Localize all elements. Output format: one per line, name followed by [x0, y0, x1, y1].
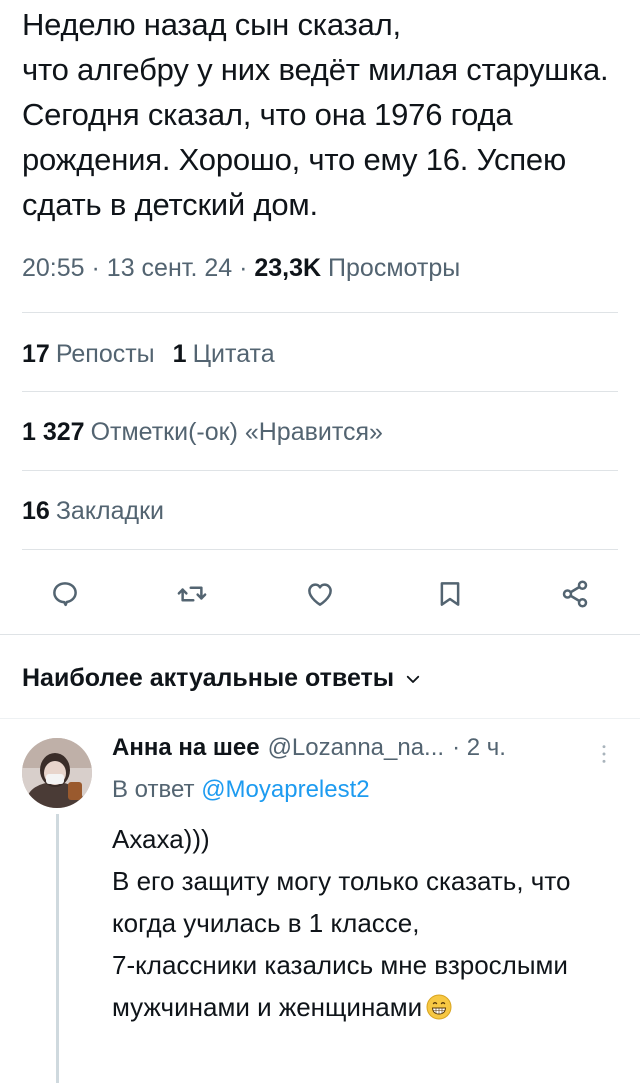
share-icon — [562, 580, 588, 608]
more-options-button[interactable] — [594, 740, 614, 768]
bookmark-button[interactable] — [430, 574, 470, 614]
divider — [22, 312, 618, 313]
likes-count: 1 327 — [22, 418, 85, 446]
avatar[interactable] — [22, 738, 92, 808]
more-vertical-icon — [602, 745, 606, 763]
divider — [22, 391, 618, 392]
reply-text: Ахаха))) В его защиту могу только сказат… — [112, 818, 622, 1028]
share-button[interactable] — [555, 574, 595, 614]
quotes-count: 1 — [172, 340, 187, 368]
tweet-meta: 20:55 · 13 сент. 24 · 23,3K Просмотры — [22, 254, 460, 283]
quotes-label: Цитата — [192, 340, 275, 368]
bookmarks-label: Закладки — [55, 497, 165, 525]
reposts-count: 17 — [22, 340, 50, 368]
chevron-down-icon — [406, 675, 420, 683]
reposts-quotes-row: 17 Репосты 1 Цитата — [22, 340, 275, 369]
views-count[interactable]: 23,3K — [254, 254, 321, 282]
meta-separator: · — [239, 254, 248, 282]
divider — [22, 470, 618, 471]
section-divider — [0, 634, 640, 635]
like-button[interactable] — [300, 574, 340, 614]
replying-to: В ответ @Moyaprelest2 — [112, 776, 370, 804]
bookmarks-count: 16 — [22, 497, 50, 525]
tweet-date[interactable]: 13 сент. 24 — [107, 254, 232, 282]
tweet-text: Неделю назад сын сказал, что алгебру у н… — [22, 7, 609, 222]
reposts-label: Репосты — [55, 340, 155, 368]
section-divider — [0, 718, 640, 719]
reply-author-name[interactable]: Анна на шее — [112, 734, 260, 762]
reply-author-handle[interactable]: @Lozanna_na... — [268, 734, 445, 762]
tweet-time[interactable]: 20:55 — [22, 254, 85, 282]
thread-line — [56, 814, 59, 1083]
avatar-image — [22, 738, 92, 808]
grinning-face-emoji-icon — [426, 994, 452, 1020]
bookmark-icon — [440, 582, 460, 606]
reposts-stat[interactable]: 17 Репосты — [22, 340, 155, 368]
quotes-stat[interactable]: 1 Цитата — [173, 340, 275, 368]
reply-time[interactable]: · 2 ч. — [452, 734, 506, 762]
replying-to-label: В ответ — [112, 776, 195, 803]
reply-button[interactable] — [45, 574, 85, 614]
reply-icon — [53, 582, 77, 607]
reply-body: Ахаха))) В его защиту могу только сказат… — [112, 824, 571, 1022]
replies-header-label: Наиболее актуальные ответы — [22, 664, 395, 692]
divider — [22, 549, 618, 550]
like-icon — [308, 583, 332, 606]
tweet-actions-bar — [40, 574, 600, 614]
views-label[interactable]: Просмотры — [328, 254, 460, 282]
repost-icon — [177, 586, 207, 602]
bookmarks-stat[interactable]: 16 Закладки — [22, 497, 164, 526]
meta-separator: · — [91, 254, 100, 282]
likes-label: Отметки(-ок) «Нравится» — [90, 418, 383, 446]
reply-header: Анна на шее @Lozanna_na... · 2 ч. — [112, 734, 622, 762]
repost-button[interactable] — [172, 574, 212, 614]
replying-to-mention[interactable]: @Moyaprelest2 — [201, 776, 369, 803]
replies-sort-dropdown[interactable]: Наиболее актуальные ответы — [22, 664, 422, 693]
likes-stat[interactable]: 1 327 Отметки(-ок) «Нравится» — [22, 418, 383, 447]
